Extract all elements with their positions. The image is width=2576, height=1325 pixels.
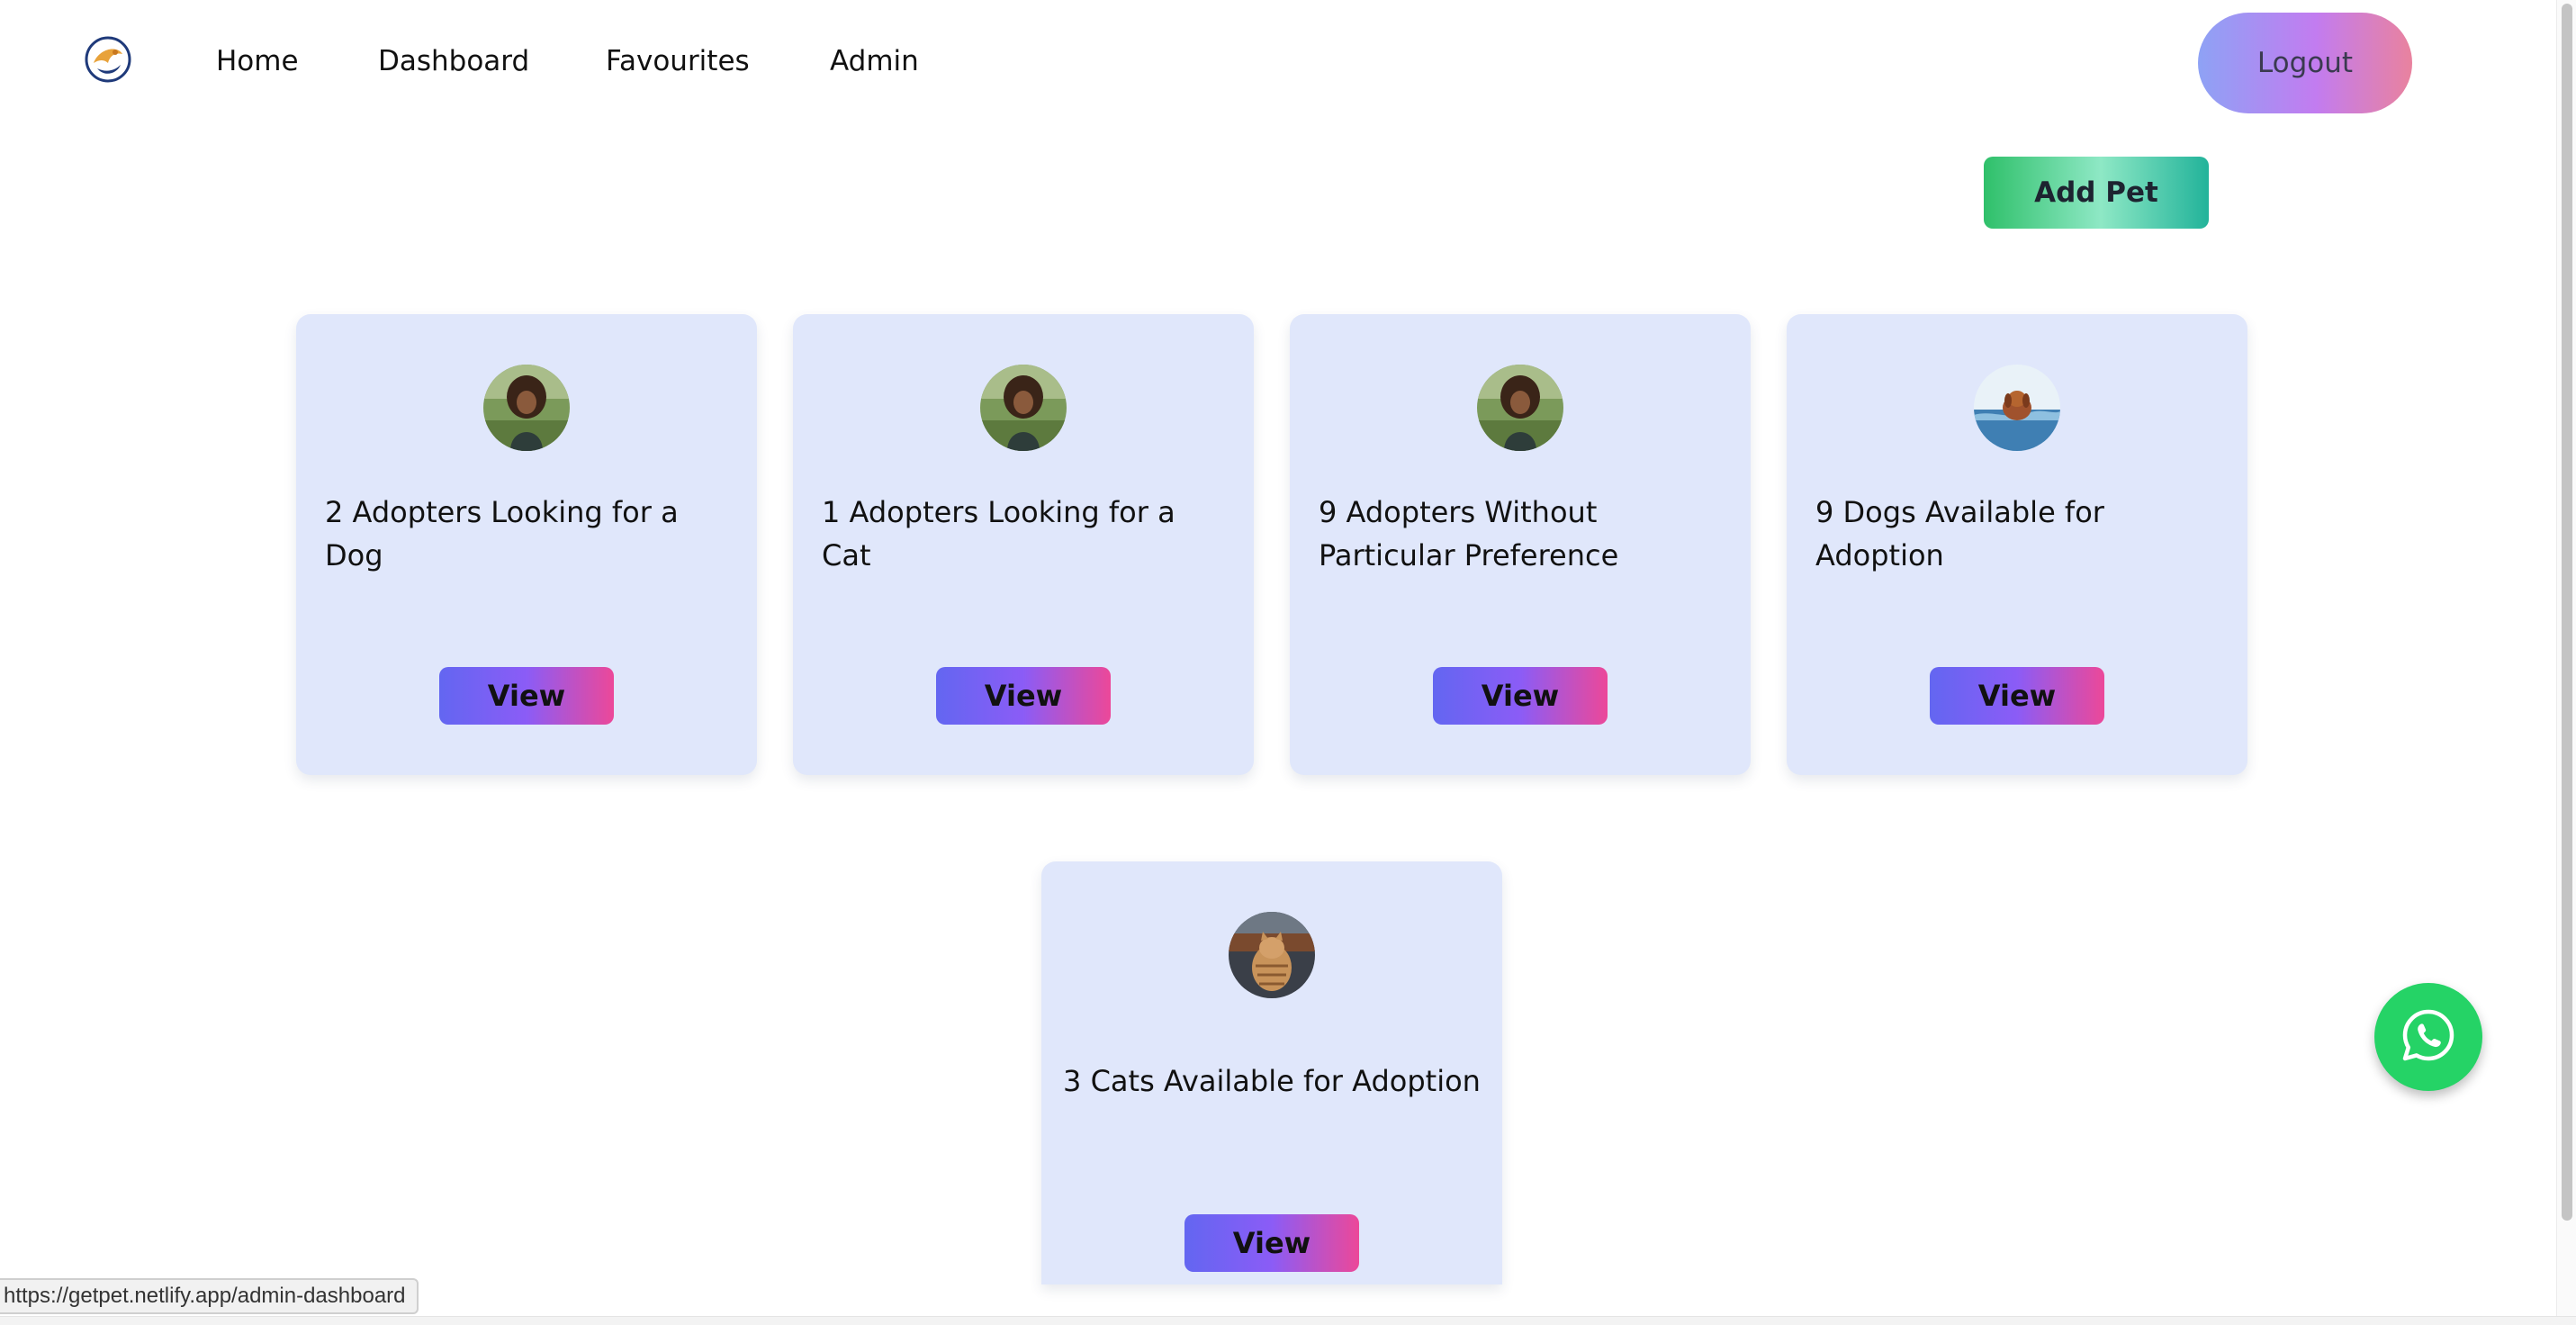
cat-avatar (1229, 912, 1315, 998)
navbar: Home Dashboard Favourites Admin Logout (0, 0, 2556, 126)
nav-link-home[interactable]: Home (216, 45, 299, 77)
card-title: 9 Adopters Without Particular Preference (1319, 495, 1619, 572)
card-title: 9 Dogs Available for Adoption (1815, 495, 2104, 572)
card-adopters-dog: 2 Adopters Looking for a Dog View (296, 314, 757, 775)
view-button[interactable]: View (439, 667, 614, 725)
site-logo-icon[interactable] (85, 36, 131, 83)
whatsapp-button[interactable] (2374, 983, 2482, 1091)
nav-link-favourites[interactable]: Favourites (606, 45, 750, 77)
card-adopters-no-preference: 9 Adopters Without Particular Preference… (1290, 314, 1751, 775)
view-button[interactable]: View (1930, 667, 2104, 725)
card-dogs-available: 9 Dogs Available for Adoption View (1787, 314, 2247, 775)
view-button[interactable]: View (1433, 667, 1608, 725)
nav-link-admin[interactable]: Admin (830, 45, 919, 77)
nav-link-dashboard[interactable]: Dashboard (378, 45, 529, 77)
whatsapp-icon (2400, 1006, 2457, 1068)
view-button[interactable]: View (1184, 1214, 1359, 1272)
card-title: 2 Adopters Looking for a Dog (325, 495, 679, 572)
woman-portrait-avatar (1477, 365, 1563, 451)
scrollbar-thumb[interactable] (2562, 4, 2572, 1221)
card-title: 1 Adopters Looking for a Cat (822, 495, 1175, 572)
woman-portrait-avatar (980, 365, 1067, 451)
dog-avatar (1974, 365, 2060, 451)
add-pet-button[interactable]: Add Pet (1984, 157, 2209, 229)
card-title: 3 Cats Available for Adoption (1063, 1064, 1481, 1098)
card-adopters-cat: 1 Adopters Looking for a Cat View (793, 314, 1254, 775)
woman-portrait-avatar (483, 365, 570, 451)
card-cats-available: 3 Cats Available for Adoption View (1041, 861, 1502, 1284)
bottom-strip (0, 1316, 2576, 1325)
logout-button[interactable]: Logout (2198, 13, 2412, 113)
view-button[interactable]: View (936, 667, 1111, 725)
status-bar-url: https://getpet.netlify.app/admin-dashboa… (0, 1278, 419, 1314)
